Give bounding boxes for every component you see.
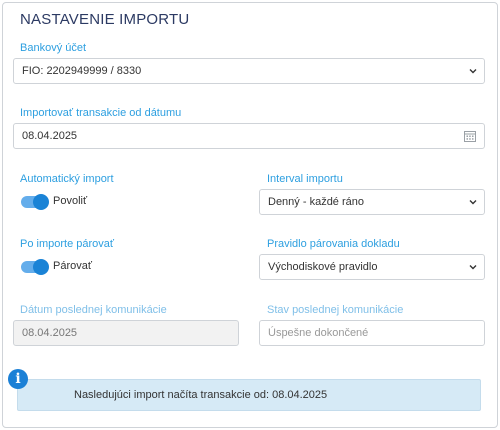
interval-value: Denný - každé ráno xyxy=(268,196,364,208)
chevron-down-icon xyxy=(469,69,477,74)
toggle-knob xyxy=(33,194,49,210)
interval-label: Interval importu xyxy=(267,173,343,185)
calendar-icon[interactable] xyxy=(464,130,476,142)
auto-import-label: Automatický import xyxy=(20,173,114,185)
import-from-date-input[interactable]: 08.04.2025 xyxy=(13,123,485,149)
pairing-rule-value: Východiskové pravidlo xyxy=(268,261,378,273)
bank-account-select[interactable]: FIO: 2202949999 / 8330 xyxy=(13,58,485,84)
info-banner-text: Nasledujúci import načíta transakcie od:… xyxy=(74,389,328,401)
last-comm-status-label: Stav poslednej komunikácie xyxy=(267,304,404,316)
chevron-down-icon xyxy=(469,200,477,205)
chevron-down-icon xyxy=(469,265,477,270)
pairing-toggle-label: Párovať xyxy=(53,260,92,272)
info-banner: Nasledujúci import načíta transakcie od:… xyxy=(17,379,481,411)
page-title: NASTAVENIE IMPORTU xyxy=(20,11,190,28)
bank-account-value: FIO: 2202949999 / 8330 xyxy=(22,65,142,77)
pairing-label: Po importe párovať xyxy=(20,238,115,250)
bank-account-label: Bankový účet xyxy=(20,42,87,54)
pairing-rule-select[interactable]: Východiskové pravidlo xyxy=(259,254,485,280)
import-from-label: Importovať transakcie od dátumu xyxy=(20,107,182,119)
interval-select[interactable]: Denný - každé ráno xyxy=(259,189,485,215)
pairing-rule-label: Pravidlo párovania dokladu xyxy=(267,238,400,250)
toggle-knob xyxy=(33,259,49,275)
last-comm-date-field: 08.04.2025 xyxy=(13,320,239,346)
auto-import-toggle[interactable] xyxy=(21,194,49,210)
auto-import-toggle-label: Povoliť xyxy=(53,195,88,207)
info-icon: i xyxy=(8,369,28,389)
last-comm-date-label: Dátum poslednej komunikácie xyxy=(20,304,167,316)
pairing-toggle[interactable] xyxy=(21,259,49,275)
import-from-value: 08.04.2025 xyxy=(22,130,78,142)
last-comm-status-field: Úspešne dokončené xyxy=(259,320,485,346)
